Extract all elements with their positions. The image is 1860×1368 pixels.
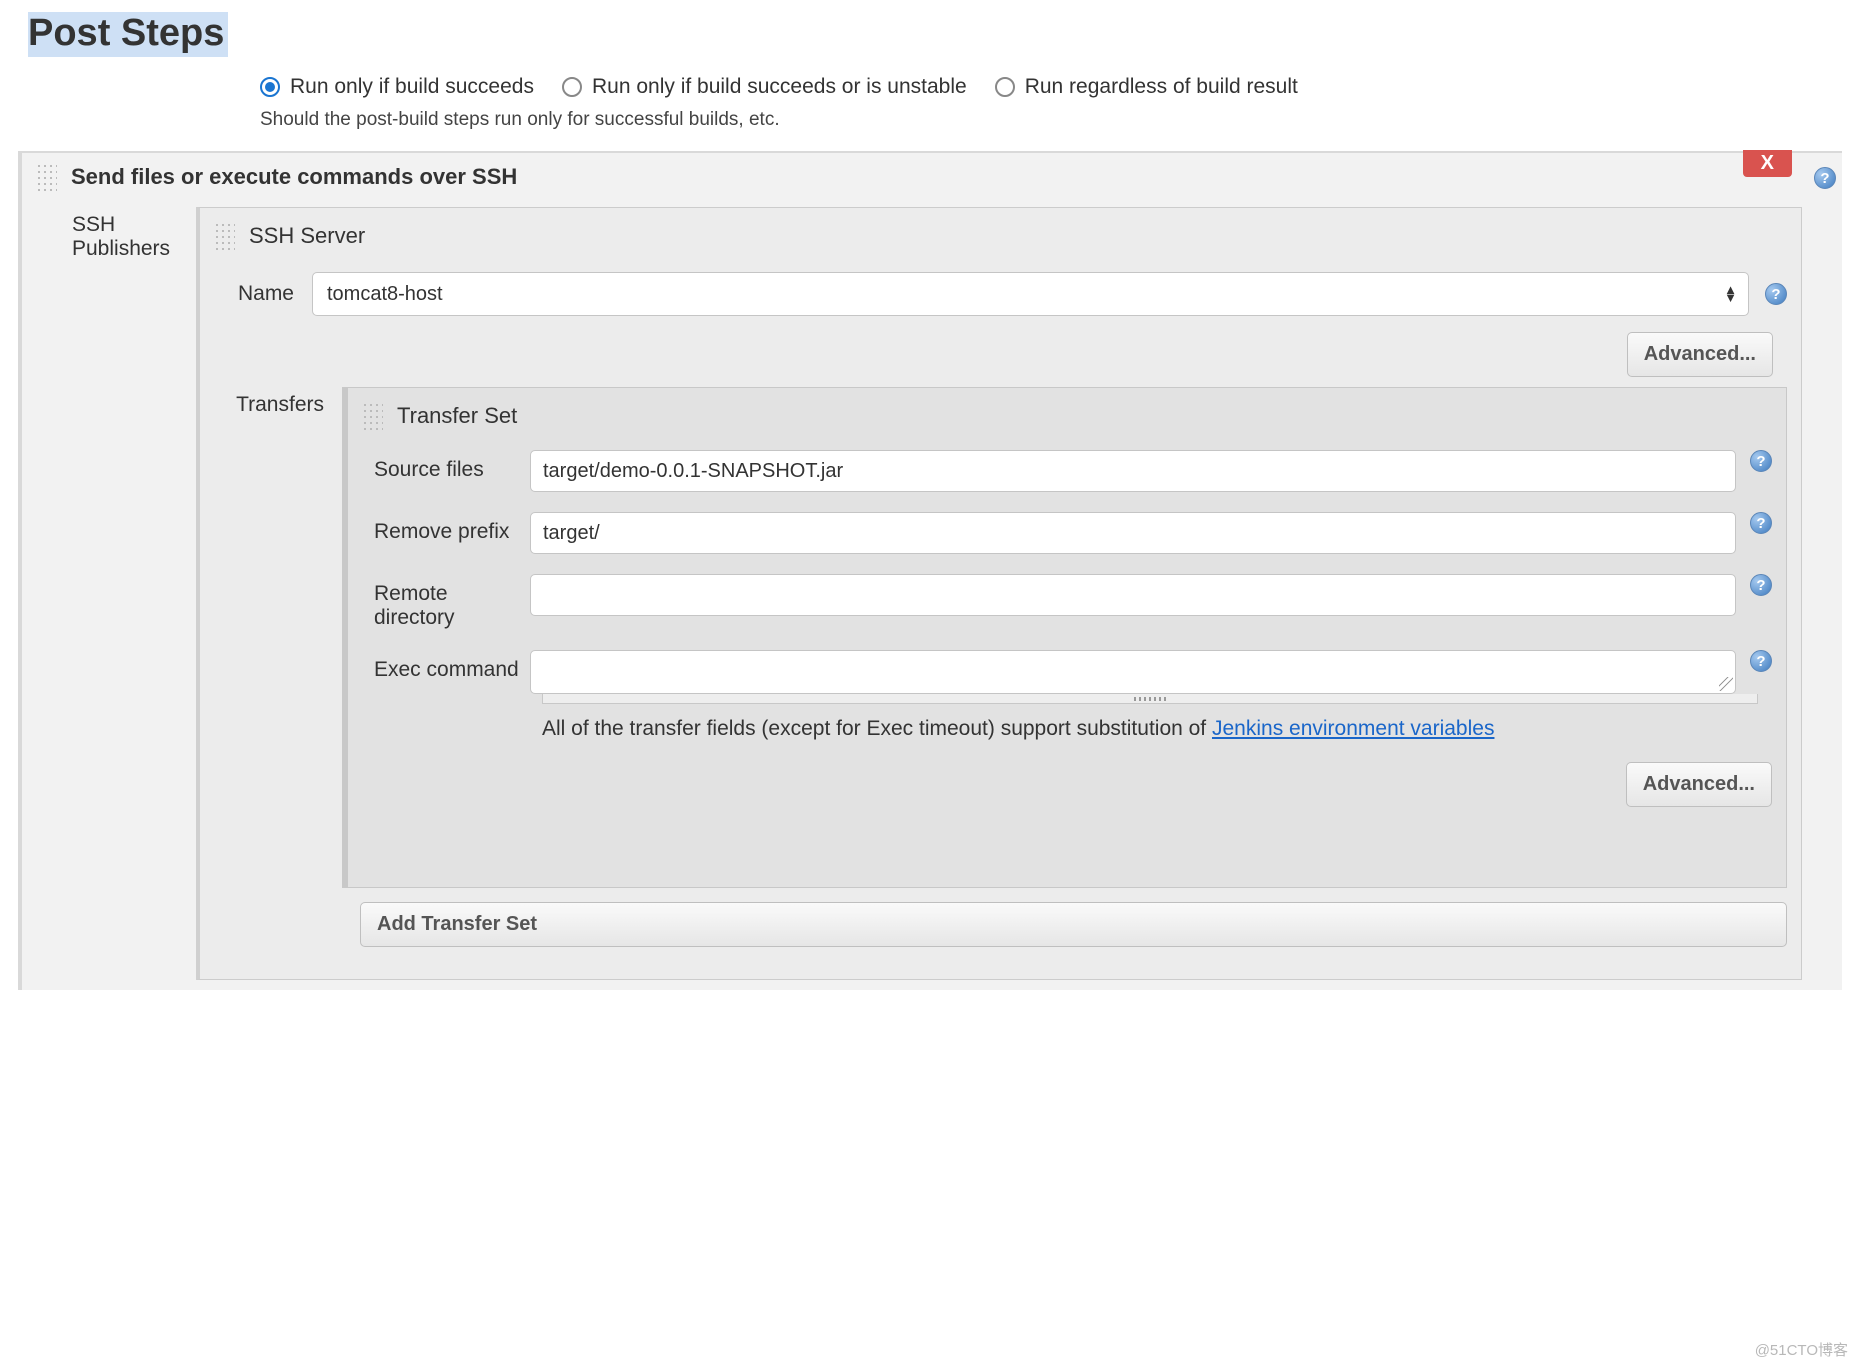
- radio-label: Run only if build succeeds or is unstabl…: [592, 75, 967, 99]
- remove-prefix-value: target/: [543, 522, 600, 545]
- transfer-note: All of the transfer fields (except for E…: [542, 714, 1772, 744]
- source-files-value: target/demo-0.0.1-SNAPSHOT.jar: [543, 460, 843, 483]
- source-files-label: Source files: [362, 450, 530, 482]
- condition-hint: Should the post-build steps run only for…: [260, 109, 1860, 131]
- radio-dot-icon: [260, 77, 280, 97]
- radio-dot-icon: [562, 77, 582, 97]
- ssh-section: X ? Send files or execute commands over …: [18, 151, 1842, 990]
- ssh-publishers-label: SSH Publishers: [36, 207, 196, 980]
- delete-step-button[interactable]: X: [1743, 150, 1792, 177]
- radio-succeeds[interactable]: Run only if build succeeds: [260, 75, 534, 99]
- transfers-label: Transfers: [214, 387, 342, 888]
- select-arrows-icon: ▲▼: [1724, 286, 1737, 302]
- remote-directory-label: Remote directory: [362, 574, 530, 630]
- radio-dot-icon: [995, 77, 1015, 97]
- run-condition-group: Run only if build succeeds Run only if b…: [260, 75, 1860, 131]
- drag-handle-icon[interactable]: [36, 163, 57, 191]
- server-name-value: tomcat8-host: [327, 283, 443, 306]
- radio-label: Run regardless of build result: [1025, 75, 1298, 99]
- resize-grip-icon[interactable]: [1719, 677, 1733, 691]
- radio-succeeds-or-unstable[interactable]: Run only if build succeeds or is unstabl…: [562, 75, 967, 99]
- server-advanced-button[interactable]: Advanced...: [1627, 332, 1773, 377]
- note-pre: All of the transfer fields (except for E…: [542, 717, 1212, 740]
- server-name-select[interactable]: tomcat8-host ▲▼: [312, 272, 1749, 316]
- drag-handle-icon[interactable]: [214, 222, 235, 250]
- help-icon[interactable]: ?: [1750, 650, 1772, 672]
- page-title: Post Steps: [28, 12, 228, 57]
- radio-regardless[interactable]: Run regardless of build result: [995, 75, 1298, 99]
- server-name-label: Name: [214, 282, 312, 306]
- exec-command-label: Exec command: [362, 650, 530, 682]
- horizontal-resize-handle[interactable]: [542, 694, 1758, 704]
- radio-label: Run only if build succeeds: [290, 75, 534, 99]
- help-icon[interactable]: ?: [1750, 512, 1772, 534]
- remove-prefix-label: Remove prefix: [362, 512, 530, 544]
- section-title: Send files or execute commands over SSH: [71, 164, 517, 190]
- remove-prefix-input[interactable]: target/: [530, 512, 1736, 554]
- source-files-input[interactable]: target/demo-0.0.1-SNAPSHOT.jar: [530, 450, 1736, 492]
- help-icon[interactable]: ?: [1750, 450, 1772, 472]
- remote-directory-input[interactable]: [530, 574, 1736, 616]
- drag-handle-icon[interactable]: [362, 402, 383, 430]
- help-icon[interactable]: ?: [1814, 167, 1836, 189]
- transfer-set-box: Transfer Set Source files target/demo-0.…: [342, 387, 1787, 888]
- exec-command-textarea[interactable]: [530, 650, 1736, 694]
- help-icon[interactable]: ?: [1765, 283, 1787, 305]
- transfer-set-header: Transfer Set: [397, 403, 517, 429]
- transfer-advanced-button[interactable]: Advanced...: [1626, 762, 1772, 807]
- ssh-publisher-box: SSH Server Name tomcat8-host ▲▼ ? Advanc…: [196, 207, 1802, 980]
- env-vars-link[interactable]: Jenkins environment variables: [1212, 717, 1494, 740]
- watermark: @51CTO博客: [1755, 1339, 1848, 1360]
- add-transfer-set-button[interactable]: Add Transfer Set: [360, 902, 1787, 947]
- help-icon[interactable]: ?: [1750, 574, 1772, 596]
- ssh-server-header: SSH Server: [249, 223, 365, 249]
